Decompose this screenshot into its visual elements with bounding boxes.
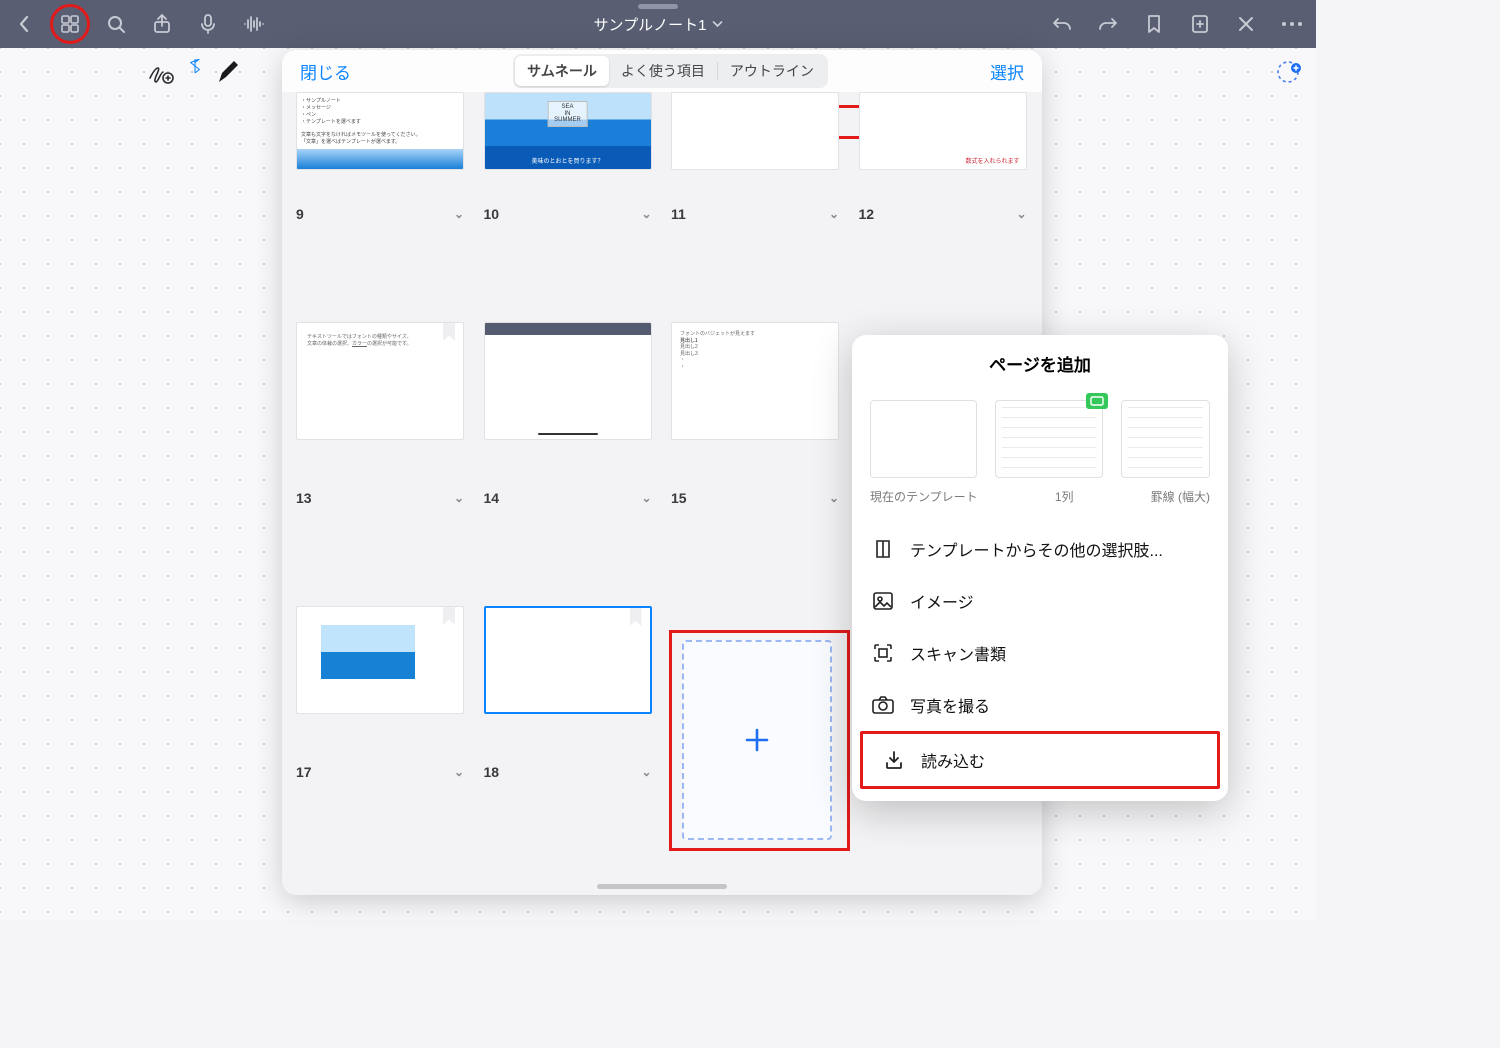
waveform-icon[interactable] [242,12,266,36]
grid-view-button[interactable] [50,4,90,44]
template-option-ruled[interactable] [1121,400,1210,478]
page-thumbnail[interactable]: フォントのバジェットが見えます見出し1見出し2見出し3・・ [671,322,839,440]
page-label[interactable]: 15⌄ [671,490,839,506]
select-button[interactable]: 選択 [990,59,1024,84]
menu-item-templates[interactable]: テンプレートからその他の選択肢... [852,523,1228,575]
template-option-current[interactable] [870,400,977,478]
menu-item-photo[interactable]: 写真を撮る [852,679,1228,731]
menu-item-import[interactable]: 読み込む [860,731,1220,789]
page-thumbnail-selected[interactable] [484,606,652,714]
page-thumbnail[interactable]: 数式を入れられます [859,92,1027,170]
search-icon[interactable] [104,12,128,36]
close-panel-button[interactable]: 閉じる [300,59,351,84]
page-thumbnail[interactable] [296,606,464,714]
page-label[interactable]: 17⌄ [296,764,464,780]
page-label[interactable]: 14⌄ [484,490,652,506]
close-icon[interactable] [1234,12,1258,36]
page-thumbnail[interactable] [671,92,839,170]
bookmark-icon[interactable] [1142,12,1166,36]
add-page-icon[interactable] [1188,12,1212,36]
app-topbar: サンプルノート1 [0,0,1316,48]
window-handle[interactable] [638,4,678,9]
mic-icon[interactable] [196,12,220,36]
template-label: 現在のテンプレート [870,488,978,505]
tab-favorites[interactable]: よく使う項目 [609,56,717,86]
scan-icon [872,642,894,664]
template-option-1col[interactable] [995,400,1102,478]
redo-icon[interactable] [1096,12,1120,36]
undo-icon[interactable] [1050,12,1074,36]
page-label[interactable]: 18⌄ [484,764,652,780]
page-label[interactable]: 11⌄ [671,206,839,222]
page-label[interactable]: 12⌄ [859,206,1027,222]
add-page-tile[interactable] [682,640,832,840]
template-icon [872,538,894,560]
template-label: 1列 [1055,488,1074,505]
page-thumbnail[interactable] [484,322,652,440]
back-icon[interactable] [12,12,36,36]
share-icon[interactable] [150,12,174,36]
tab-thumbnail[interactable]: サムネール [515,56,609,86]
view-segmented-control[interactable]: サムネール よく使う項目 アウトライン [513,54,828,88]
page-label[interactable]: 13⌄ [296,490,464,506]
more-icon[interactable] [1280,12,1304,36]
page-label[interactable]: 10⌄ [484,206,652,222]
image-icon [872,590,894,612]
page-thumbnail[interactable]: ・サンプルノート・メッセージ・ペン・テンプレートを選べます文章も文字をなければメ… [296,92,464,170]
camera-icon [872,694,894,716]
menu-item-image[interactable]: イメージ [852,575,1228,627]
document-title[interactable]: サンプルノート1 [594,14,723,35]
template-label: 罫線 (幅大) [1151,488,1210,505]
tab-outline[interactable]: アウトライン [718,56,826,86]
page-thumbnail[interactable]: テキストツールではフォントの種類やサイズ、文章の体裁の選択、カラーの選択が可能で… [296,322,464,440]
page-thumbnail[interactable]: SEAINSUMMER美味のとおとを買ります？ [484,92,652,170]
popover-title: ページを追加 [852,335,1228,390]
menu-item-scan[interactable]: スキャン書類 [852,627,1228,679]
import-icon [883,749,905,771]
landscape-badge-icon [1086,393,1108,409]
page-label[interactable]: 9⌄ [296,206,464,222]
panel-grip[interactable] [597,884,727,889]
add-page-popover: ページを追加 現在のテンプレート 1列 罫線 (幅大) テンプレートからその他の… [852,335,1228,801]
